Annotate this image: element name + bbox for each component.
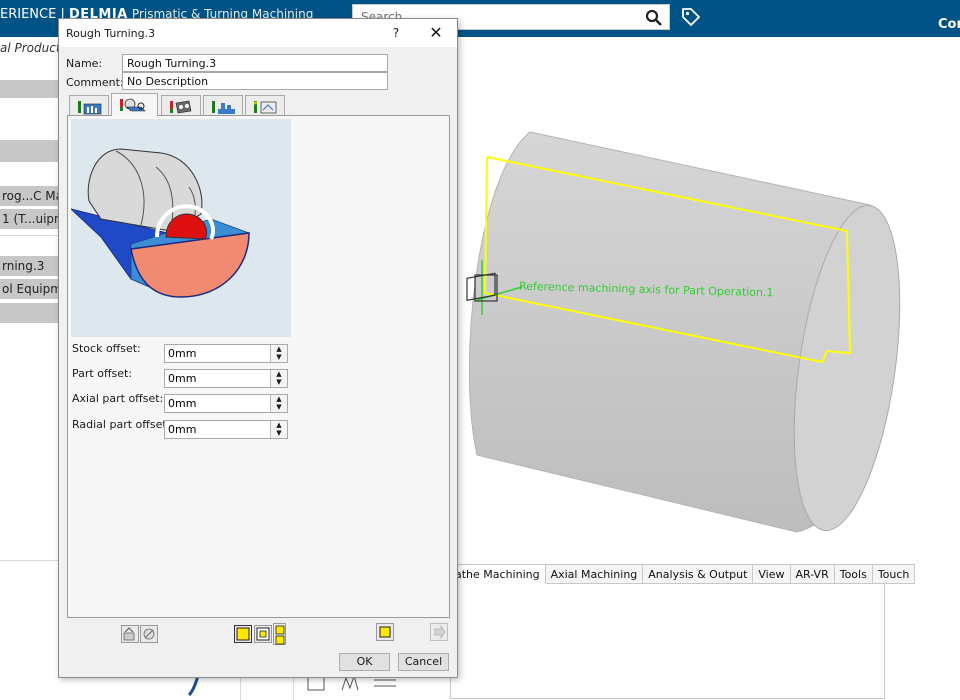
- brand-prefix: ERIENCE: [0, 7, 57, 22]
- select-geometry-icon: [236, 627, 250, 641]
- tool-tab[interactable]: [161, 95, 201, 115]
- comment-field[interactable]: [122, 72, 388, 90]
- axial-part-offset-spinner[interactable]: ▲ ▼: [270, 395, 287, 412]
- tab-tools[interactable]: Tools: [834, 564, 873, 584]
- rough-turning-dialog: Rough Turning.3 ? ✕ Name: Comment:: [58, 18, 458, 678]
- search-icon[interactable]: [645, 9, 663, 27]
- user-label[interactable]: Cor: [938, 17, 960, 32]
- comment-label: Comment:: [66, 76, 124, 89]
- part-offset-input[interactable]: [165, 370, 269, 387]
- arrow-right-icon: [434, 625, 446, 639]
- part-offset-field[interactable]: ▲▼: [164, 369, 288, 388]
- axial-part-offset-field[interactable]: ▲▼: [164, 394, 288, 413]
- tab-axial-machining[interactable]: Axial Machining: [545, 564, 644, 584]
- geometry-tab-panel: Stock offset: ▲▼ Part offset: ▲▼ Axial p…: [67, 115, 450, 618]
- tab-view[interactable]: View: [753, 564, 791, 584]
- tab-touch[interactable]: Touch: [872, 564, 916, 584]
- strategy-tab-icon: [78, 101, 102, 115]
- radial-part-offset-input[interactable]: [165, 421, 269, 438]
- part-offset-spinner[interactable]: ▲ ▼: [270, 370, 287, 387]
- replay-icon: [123, 627, 135, 641]
- offset-label: Axial part offset:: [72, 392, 164, 405]
- tab-ar-vr[interactable]: AR-VR: [790, 564, 835, 584]
- tool-tab-icon: [170, 100, 192, 114]
- stock-offset-input[interactable]: [165, 345, 269, 362]
- dialog-title-bar[interactable]: Rough Turning.3 ? ✕: [59, 19, 457, 47]
- machining-axis-icon[interactable]: [457, 245, 527, 325]
- tool-path-replay-button[interactable]: [121, 625, 139, 643]
- analyze-button[interactable]: [376, 623, 394, 641]
- feeds-tab-icon: [212, 101, 235, 114]
- display-icon: [256, 627, 270, 641]
- tab-analysis-output[interactable]: Analysis & Output: [643, 564, 754, 584]
- geometry-tab[interactable]: [111, 93, 158, 116]
- tag-icon[interactable]: [680, 6, 702, 28]
- macros-tab[interactable]: [245, 95, 285, 115]
- axial-part-offset-input[interactable]: [165, 395, 269, 412]
- offset-label: Radial part offset:: [72, 418, 171, 431]
- machining-area-outline: [483, 156, 852, 364]
- stock-offset-spinner[interactable]: ▲ ▼: [270, 345, 287, 362]
- simulation-icon: [143, 628, 155, 640]
- tab-lathe-machining[interactable]: athe Machining: [450, 564, 546, 584]
- next-button[interactable]: [430, 623, 448, 641]
- radial-part-offset-spinner[interactable]: ▲ ▼: [270, 421, 287, 438]
- simulation-button[interactable]: [140, 625, 158, 643]
- macros-tab-icon: [254, 101, 277, 114]
- help-button[interactable]: ?: [385, 21, 407, 45]
- geometry-options-button[interactable]: [273, 623, 286, 645]
- 3d-viewport[interactable]: Reference machining axis for Part Operat…: [457, 65, 960, 565]
- close-button[interactable]: ✕: [421, 21, 451, 45]
- offset-label: Stock offset:: [72, 342, 141, 355]
- feeds-tab[interactable]: [203, 95, 243, 115]
- strategy-tab[interactable]: [69, 95, 109, 115]
- options-icon: [275, 625, 285, 645]
- geometry-tab-icon: [120, 98, 146, 112]
- turning-geometry-diagram[interactable]: [69, 119, 291, 337]
- name-field[interactable]: [122, 54, 388, 72]
- ribbon-body: [307, 584, 885, 699]
- offset-label: Part offset:: [72, 367, 133, 380]
- ok-button[interactable]: OK: [339, 653, 390, 671]
- cancel-button[interactable]: Cancel: [398, 653, 449, 671]
- radial-part-offset-field[interactable]: ▲▼: [164, 420, 288, 439]
- name-label: Name:: [66, 57, 103, 70]
- dialog-title: Rough Turning.3: [66, 27, 156, 40]
- tree-divider: [0, 235, 60, 236]
- geometry-display-button[interactable]: [254, 625, 272, 643]
- geometry-select-button[interactable]: [234, 625, 252, 643]
- analyze-icon: [379, 626, 391, 638]
- ribbon-tabs: athe Machining Axial Machining Analysis …: [450, 564, 916, 584]
- part-stock-illustration: [69, 148, 251, 298]
- stock-offset-field[interactable]: ▲▼: [164, 344, 288, 363]
